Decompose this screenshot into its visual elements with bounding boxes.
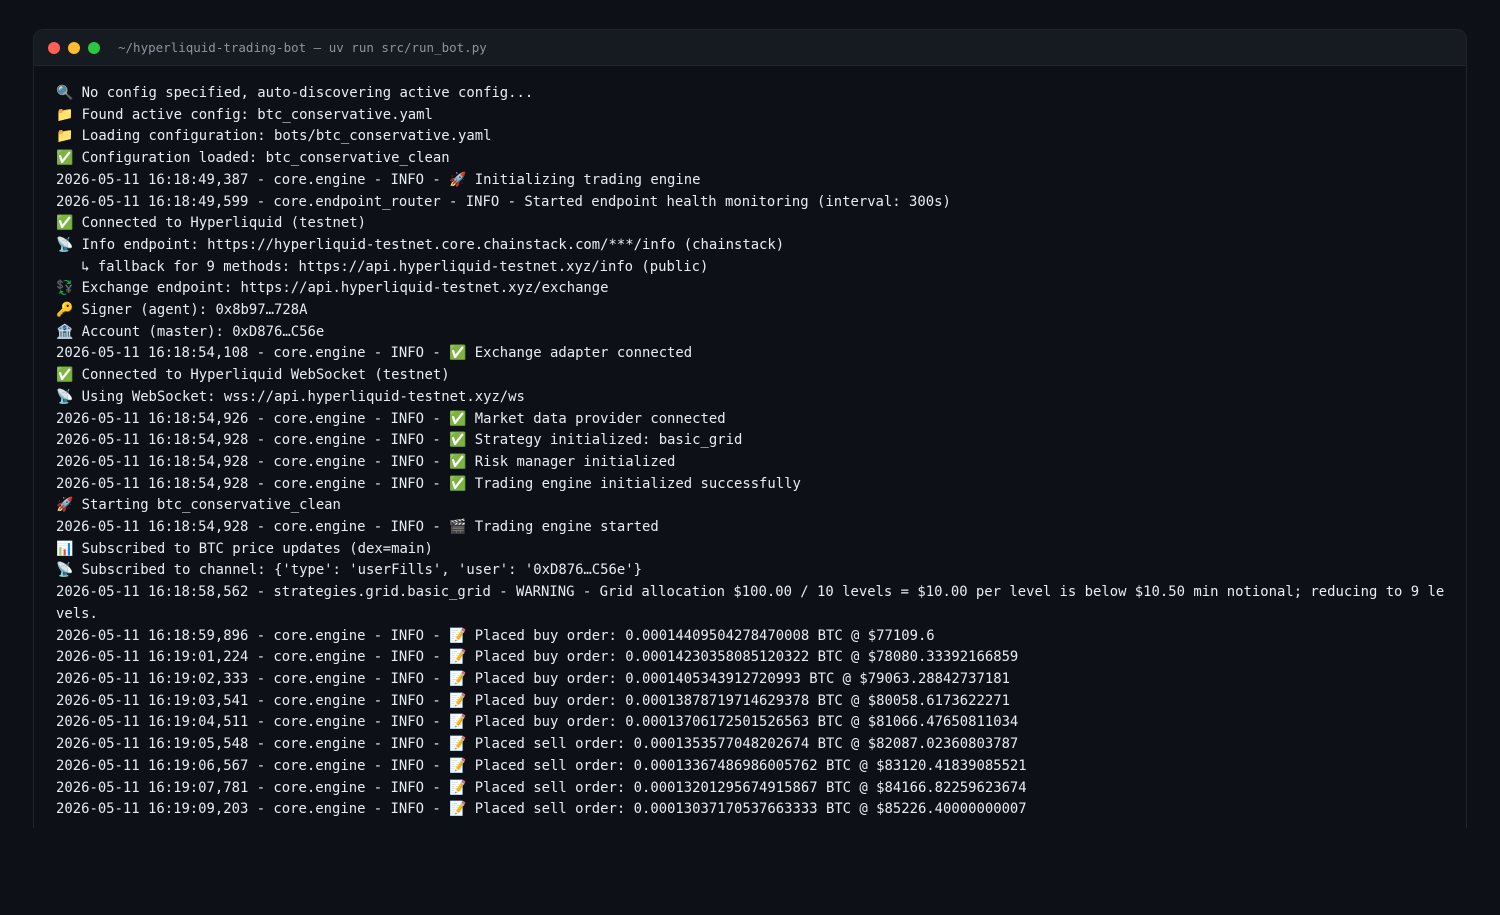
page-background [0,828,1500,915]
terminal-line: 💱 Exchange endpoint: https://api.hyperli… [56,280,609,297]
terminal-line: 🚀 Starting btc_conservative_clean [56,497,341,514]
terminal-line: 📊 Subscribed to BTC price updates (dex=m… [56,540,433,557]
window-title: ~/hyperliquid-trading-bot — uv run src/r… [118,40,487,55]
terminal-line: 2026-05-11 16:19:01,224 - core.engine - … [56,649,1019,666]
terminal-line: ↳ fallback for 9 methods: https://api.hy… [56,258,709,275]
terminal-line: ✅ Connected to Hyperliquid (testnet) [56,215,366,232]
terminal-line: 2026-05-11 16:18:54,928 - core.engine - … [56,475,801,492]
terminal-line: 2026-05-11 16:18:54,928 - core.engine - … [56,519,659,536]
minimize-button[interactable] [68,41,80,54]
terminal-line: 📁 Found active config: btc_conservative.… [56,106,433,123]
terminal-line: 🔍 No config specified, auto-discovering … [56,85,534,101]
terminal-line: 2026-05-11 16:18:54,108 - core.engine - … [56,345,693,362]
terminal-line: 2026-05-11 16:19:03,541 - core.engine - … [56,692,1010,709]
terminal-line: 2026-05-11 16:18:59,896 - core.engine - … [56,627,935,644]
terminal-line: ✅ Configuration loaded: btc_conservative… [56,150,450,167]
terminal-line: 2026-05-11 16:18:49,599 - core.endpoint_… [56,193,951,210]
terminal-line: 🔑 Signer (agent): 0x8b97…728A [56,302,308,319]
terminal-line: 2026-05-11 16:19:07,781 - core.engine - … [56,779,1027,796]
title-bar: ~/hyperliquid-trading-bot — uv run src/r… [34,30,1466,66]
terminal-line: 2026-05-11 16:19:09,203 - core.engine - … [56,801,1027,818]
terminal-line: 2026-05-11 16:19:05,548 - core.engine - … [56,736,1019,753]
terminal-line: 2026-05-11 16:19:06,567 - core.engine - … [56,757,1027,774]
close-button[interactable] [48,41,60,54]
terminal-line: ✅ Connected to Hyperliquid WebSocket (te… [56,367,450,384]
terminal-line: 2026-05-11 16:18:49,387 - core.engine - … [56,171,701,188]
maximize-button[interactable] [88,41,100,54]
terminal-window: ~/hyperliquid-trading-bot — uv run src/r… [33,29,1467,915]
terminal-line: 📁 Loading configuration: bots/btc_conser… [56,128,492,145]
terminal-line: 🏦 Account (master): 0xD876…C56e [56,323,325,340]
terminal-line: 📡 Subscribed to channel: {'type': 'userF… [56,562,642,579]
terminal-line: 2026-05-11 16:18:58,562 - strategies.gri… [56,584,1445,622]
terminal-line: 📡 Info endpoint: https://hyperliquid-tes… [56,236,785,253]
terminal-line: 2026-05-11 16:18:54,926 - core.engine - … [56,410,726,427]
terminal-line: 2026-05-11 16:18:54,928 - core.engine - … [56,453,676,470]
terminal-line: 2026-05-11 16:19:02,333 - core.engine - … [56,670,1010,687]
terminal-line: 2026-05-11 16:18:54,928 - core.engine - … [56,432,743,449]
terminal-output[interactable]: 🔍 No config specified, auto-discovering … [34,66,1446,821]
terminal-line: 2026-05-11 16:19:04,511 - core.engine - … [56,714,1019,731]
terminal-line: 📡 Using WebSocket: wss://api.hyperliquid… [56,388,525,405]
